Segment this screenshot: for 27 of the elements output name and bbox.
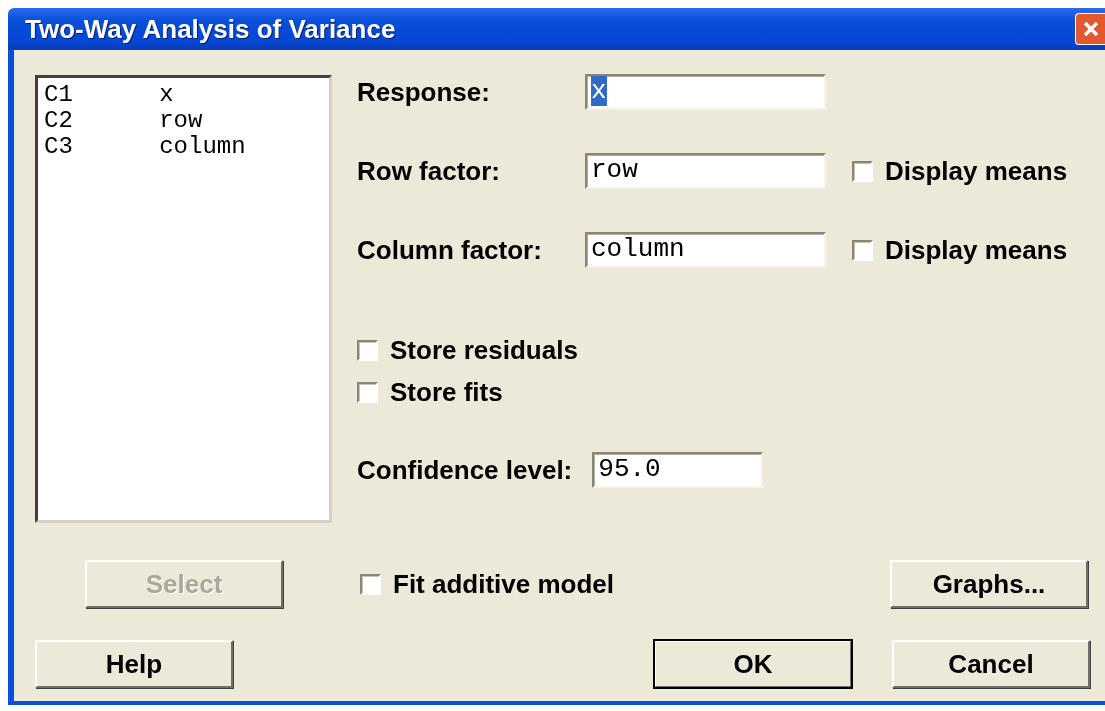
list-item[interactable]: C1 x [44, 82, 323, 108]
graphs-button[interactable]: Graphs... [890, 560, 1088, 608]
field-label: Column factor: [357, 234, 543, 266]
checkbox[interactable] [357, 381, 378, 403]
input-field[interactable]: column [585, 232, 826, 268]
checkbox-label[interactable]: Display means [885, 234, 1068, 266]
checkbox[interactable] [360, 573, 381, 595]
list-item[interactable]: C3 column [44, 134, 323, 160]
dialog-button[interactable]: Help [35, 640, 233, 688]
input-field[interactable]: row [585, 153, 826, 189]
dialog-button[interactable]: Cancel [892, 640, 1090, 688]
list-item[interactable]: C2 row [44, 108, 323, 134]
window-title: Two-Way Analysis of Variance [24, 13, 396, 45]
input-field[interactable]: x [585, 74, 826, 110]
field-label: Row factor: [357, 155, 501, 187]
dialog-button[interactable]: OK [654, 640, 852, 688]
checkbox[interactable] [852, 239, 873, 261]
checkbox[interactable] [357, 340, 378, 361]
field-label: Response: [357, 76, 491, 108]
checkbox-label[interactable]: Store residuals [390, 335, 578, 366]
checkbox-label[interactable]: Store fits [390, 376, 503, 408]
checkbox-label[interactable]: Fit additive model [393, 568, 615, 600]
checkbox-label[interactable]: Display means [885, 155, 1068, 187]
close-icon[interactable] [1075, 13, 1105, 45]
field-label: Confidence level: [357, 454, 573, 486]
checkbox[interactable] [852, 160, 873, 182]
input-field[interactable]: 95.0 [592, 452, 764, 488]
